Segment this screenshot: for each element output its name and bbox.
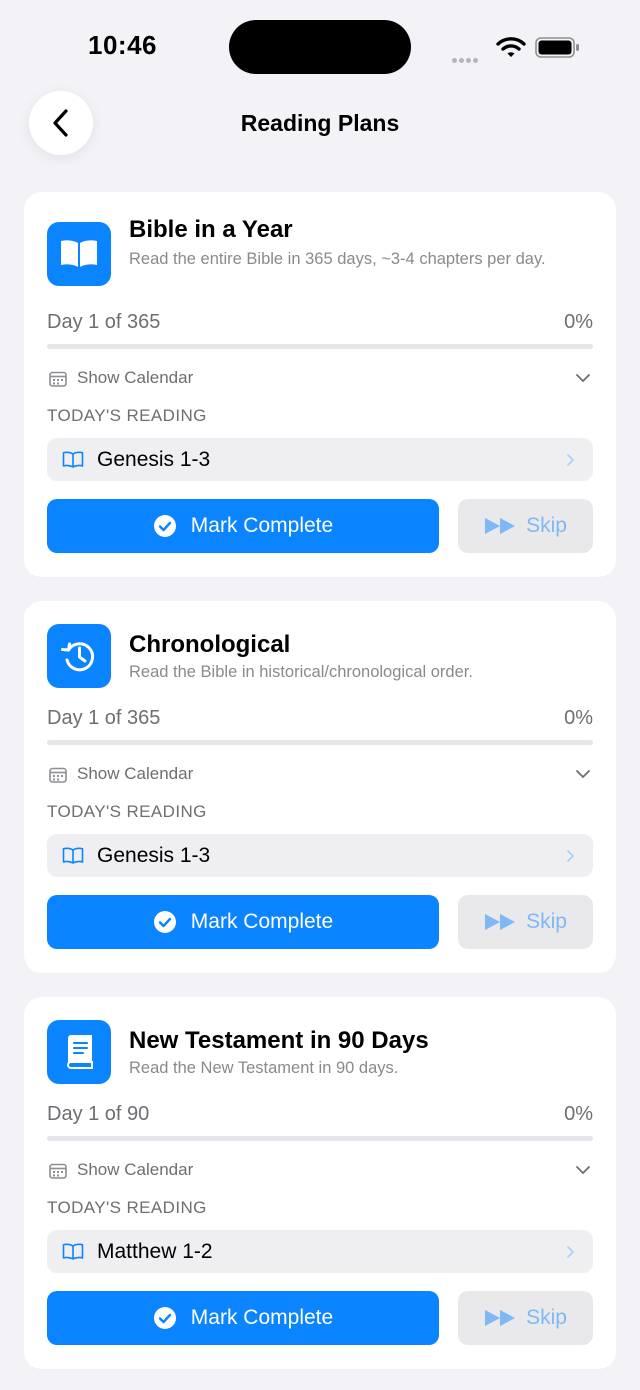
day-progress-text: Day 1 of 365 bbox=[47, 707, 161, 729]
mark-complete-label: Mark Complete bbox=[190, 514, 334, 537]
skip-button[interactable]: Skip bbox=[458, 895, 593, 949]
percent-text: 0% bbox=[564, 1103, 593, 1125]
progress-row: Day 1 of 365 0% bbox=[47, 707, 593, 730]
status-time: 10:46 bbox=[88, 30, 157, 60]
skip-label: Skip bbox=[526, 1306, 567, 1329]
chevron-right-icon bbox=[567, 850, 574, 862]
plan-title: Chronological bbox=[129, 631, 291, 658]
progress-row: Day 1 of 365 0% bbox=[47, 311, 593, 334]
plan-description: Read the entire Bible in 365 days, ~3-4 … bbox=[129, 250, 546, 268]
todays-reading-row[interactable]: Matthew 1-2 bbox=[47, 1230, 593, 1273]
show-calendar-toggle[interactable]: Show Calendar bbox=[47, 1158, 593, 1184]
calendar-icon bbox=[49, 767, 67, 783]
chevron-right-icon bbox=[567, 1246, 574, 1258]
percent-text: 0% bbox=[564, 311, 593, 333]
dynamic-island bbox=[229, 20, 411, 74]
plan-card-chronological: Chronological Read the Bible in historic… bbox=[24, 601, 616, 973]
mark-complete-label: Mark Complete bbox=[190, 910, 334, 933]
mark-complete-button[interactable]: Mark Complete bbox=[47, 499, 439, 553]
plan-card-new-testament-90-days: New Testament in 90 Days Read the New Te… bbox=[24, 997, 616, 1369]
mark-complete-label: Mark Complete bbox=[190, 1306, 334, 1329]
fast-forward-icon bbox=[484, 1309, 516, 1327]
checkmark-circle-icon bbox=[153, 910, 177, 934]
chevron-down-icon bbox=[576, 374, 590, 382]
calendar-icon bbox=[49, 1163, 67, 1179]
percent-text: 0% bbox=[564, 707, 593, 729]
plan-description: Read the New Testament in 90 days. bbox=[129, 1059, 399, 1077]
chevron-down-icon bbox=[576, 1166, 590, 1174]
page-title: Reading Plans bbox=[240, 110, 400, 136]
show-calendar-label: Show Calendar bbox=[77, 764, 194, 783]
history-clock-icon bbox=[47, 624, 111, 688]
skip-button[interactable]: Skip bbox=[458, 1291, 593, 1345]
reading-passage: Genesis 1-3 bbox=[97, 844, 211, 867]
day-progress-text: Day 1 of 90 bbox=[47, 1103, 150, 1125]
battery-icon bbox=[535, 37, 581, 63]
navigation-bar: Reading Plans bbox=[0, 90, 640, 160]
reading-passage: Genesis 1-3 bbox=[97, 448, 211, 471]
book-open-icon bbox=[47, 222, 111, 286]
wifi-icon bbox=[496, 36, 526, 63]
day-progress-text: Day 1 of 365 bbox=[47, 311, 161, 333]
checkmark-circle-icon bbox=[153, 1306, 177, 1330]
fast-forward-icon bbox=[484, 517, 516, 535]
chevron-down-icon bbox=[576, 770, 590, 778]
calendar-icon bbox=[49, 371, 67, 387]
book-icon bbox=[62, 451, 84, 468]
mark-complete-button[interactable]: Mark Complete bbox=[47, 895, 439, 949]
reading-passage: Matthew 1-2 bbox=[97, 1240, 213, 1263]
show-calendar-toggle[interactable]: Show Calendar bbox=[47, 366, 593, 392]
plan-title: New Testament in 90 Days bbox=[129, 1027, 429, 1054]
skip-button[interactable]: Skip bbox=[458, 499, 593, 553]
signal-dots-icon bbox=[452, 50, 480, 68]
todays-reading-row[interactable]: Genesis 1-3 bbox=[47, 834, 593, 877]
mark-complete-button[interactable]: Mark Complete bbox=[47, 1291, 439, 1345]
closed-book-icon bbox=[47, 1020, 111, 1084]
skip-label: Skip bbox=[526, 910, 567, 933]
show-calendar-label: Show Calendar bbox=[77, 1160, 194, 1179]
progress-bar bbox=[47, 344, 593, 349]
todays-reading-row[interactable]: Genesis 1-3 bbox=[47, 438, 593, 481]
fast-forward-icon bbox=[484, 913, 516, 931]
todays-reading-label: TODAY'S READING bbox=[47, 406, 207, 425]
book-icon bbox=[62, 1243, 84, 1260]
plan-card-bible-in-a-year: Bible in a Year Read the entire Bible in… bbox=[24, 192, 616, 577]
skip-label: Skip bbox=[526, 514, 567, 537]
plan-description: Read the Bible in historical/chronologic… bbox=[129, 663, 473, 681]
chevron-right-icon bbox=[567, 454, 574, 466]
plan-title: Bible in a Year bbox=[129, 216, 293, 243]
show-calendar-toggle[interactable]: Show Calendar bbox=[47, 762, 593, 788]
progress-bar bbox=[47, 740, 593, 745]
checkmark-circle-icon bbox=[153, 514, 177, 538]
book-icon bbox=[62, 847, 84, 864]
todays-reading-label: TODAY'S READING bbox=[47, 1198, 207, 1217]
show-calendar-label: Show Calendar bbox=[77, 368, 194, 387]
todays-reading-label: TODAY'S READING bbox=[47, 802, 207, 821]
progress-row: Day 1 of 90 0% bbox=[47, 1103, 593, 1126]
progress-bar bbox=[47, 1136, 593, 1141]
status-bar: 10:46 bbox=[0, 0, 640, 90]
